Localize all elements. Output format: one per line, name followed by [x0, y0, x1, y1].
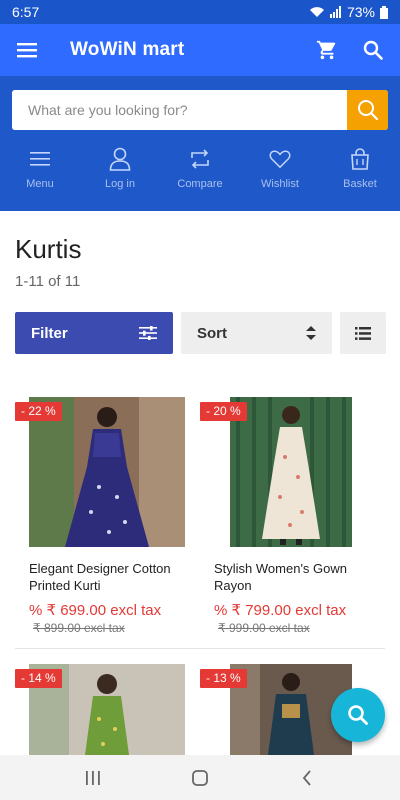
- filter-button[interactable]: Filter: [15, 312, 173, 354]
- product-old-price: ₹ 999.00 excl tax: [218, 621, 310, 635]
- discount-badge: - 13 %: [200, 669, 247, 688]
- home-button[interactable]: [180, 763, 220, 793]
- quick-nav-label: Log in: [105, 178, 135, 190]
- header-panel: Menu Log in Compare Wishlist Basket: [0, 76, 400, 211]
- floating-search-button[interactable]: [331, 688, 385, 742]
- product-old-price: ₹ 899.00 excl tax: [33, 621, 125, 635]
- quick-nav-wishlist[interactable]: Wishlist: [240, 146, 320, 196]
- app-bar: WoWiN mart: [0, 24, 400, 76]
- sort-arrows-icon: [306, 326, 316, 340]
- quick-nav-login[interactable]: Log in: [80, 146, 160, 196]
- sliders-icon: [139, 326, 157, 340]
- product-name[interactable]: Elegant Designer Cotton Printed Kurti: [29, 560, 199, 594]
- quick-nav: Menu Log in Compare Wishlist Basket: [0, 146, 400, 196]
- product-card[interactable]: - 22 % Elegant Designer Cotton Printed K…: [15, 397, 200, 637]
- status-bar: 6:57 73%: [0, 0, 400, 24]
- product-name[interactable]: Stylish Women's Gown Rayon: [214, 560, 384, 594]
- product-card[interactable]: - 20 % Stylish Women's Gown Rayon % ₹ 79…: [200, 397, 385, 637]
- discount-badge: - 14 %: [15, 669, 62, 688]
- discount-badge: - 22 %: [15, 402, 62, 421]
- back-button[interactable]: [287, 763, 327, 793]
- quick-nav-label: Wishlist: [261, 178, 299, 190]
- product-card[interactable]: - 14 %: [15, 664, 200, 755]
- search-button[interactable]: [360, 37, 386, 63]
- back-icon: [302, 769, 311, 786]
- quick-nav-menu[interactable]: Menu: [0, 146, 80, 196]
- search-icon: [357, 100, 378, 121]
- product-image[interactable]: [230, 397, 352, 547]
- product-price: % ₹ 799.00 excl tax: [214, 602, 347, 619]
- battery-icon: [380, 5, 388, 19]
- home-icon: [192, 769, 208, 786]
- search-submit-button[interactable]: [347, 90, 388, 130]
- result-count: 1-11 of 11: [15, 273, 81, 290]
- quick-nav-basket[interactable]: Basket: [320, 146, 400, 196]
- quick-nav-label: Compare: [177, 178, 223, 190]
- battery-percent: 73%: [346, 4, 375, 20]
- menu-icon: [30, 152, 50, 166]
- list-icon: [355, 326, 371, 340]
- cart-icon: [316, 40, 336, 60]
- search-icon: [348, 705, 368, 725]
- user-icon: [109, 147, 131, 171]
- app-title: WoWiN mart: [70, 39, 185, 60]
- quick-nav-compare[interactable]: Compare: [160, 146, 240, 196]
- basket-icon: [351, 148, 369, 170]
- heart-icon: [269, 150, 291, 169]
- hamburger-icon: [17, 43, 37, 58]
- list-view-button[interactable]: [340, 312, 386, 354]
- signal-icon: [329, 6, 341, 18]
- sort-button[interactable]: Sort: [181, 312, 332, 354]
- search-icon: [363, 40, 383, 60]
- row-divider: [15, 648, 385, 649]
- recent-apps-button[interactable]: [73, 763, 113, 793]
- cart-button[interactable]: [314, 37, 340, 63]
- discount-badge: - 20 %: [200, 402, 247, 421]
- system-nav-bar: [0, 755, 400, 800]
- compare-icon: [191, 149, 209, 169]
- wifi-icon: [309, 7, 324, 17]
- search-input[interactable]: [12, 90, 347, 130]
- quick-nav-label: Menu: [26, 178, 54, 190]
- quick-nav-label: Basket: [343, 178, 377, 190]
- hamburger-menu-button[interactable]: [14, 37, 40, 63]
- filter-label: Filter: [31, 324, 68, 342]
- status-icons: 73%: [309, 4, 388, 20]
- page-title: Kurtis: [15, 234, 82, 264]
- recent-apps-icon: [86, 770, 101, 785]
- product-price: % ₹ 699.00 excl tax: [29, 602, 162, 619]
- sort-label: Sort: [197, 324, 227, 342]
- status-time: 6:57: [12, 4, 40, 20]
- search-box: [12, 90, 388, 130]
